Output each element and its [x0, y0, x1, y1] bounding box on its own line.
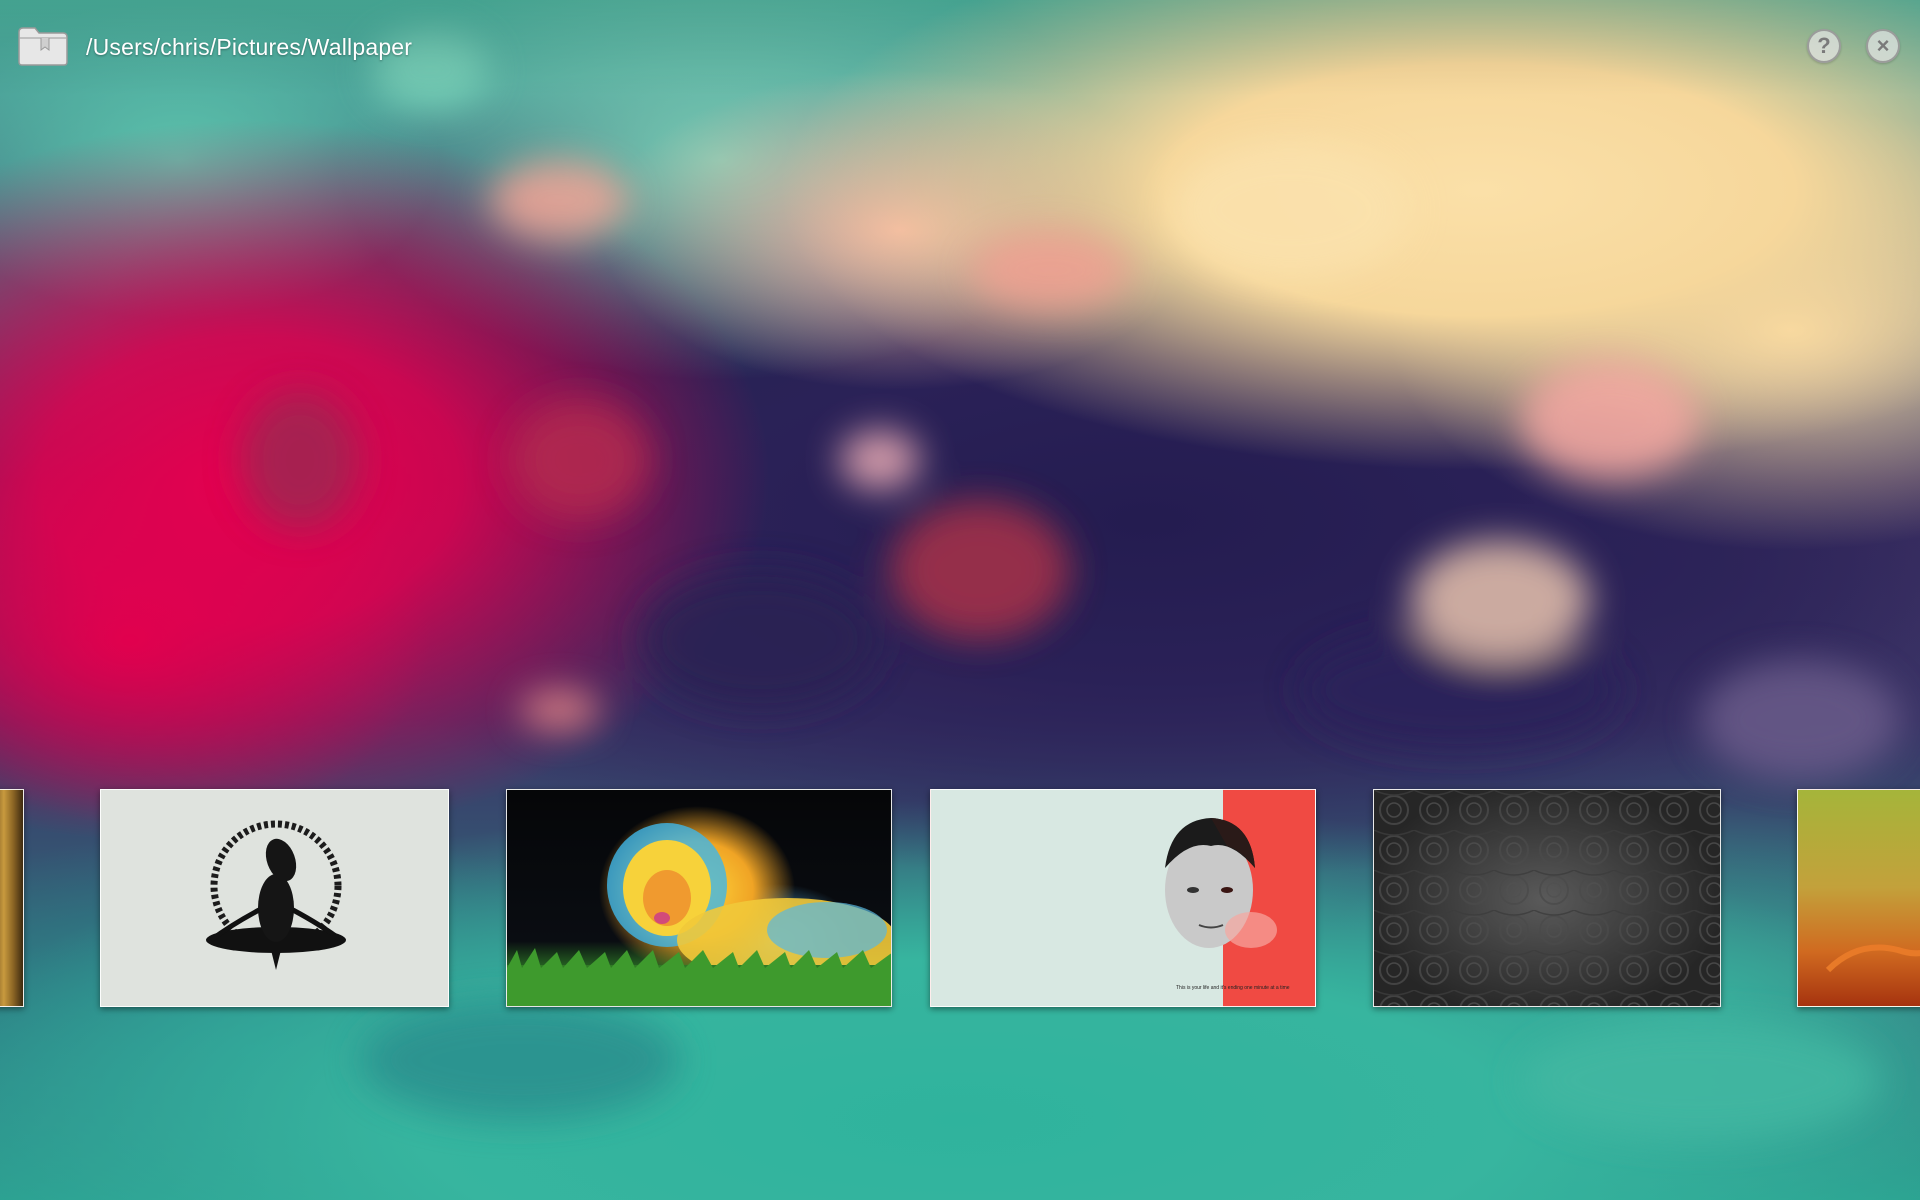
split-face-art	[1165, 818, 1277, 948]
folder-icon	[18, 27, 68, 66]
top-bar: /Users/chris/Pictures/Wallpaper ? ×	[0, 0, 1920, 96]
help-button[interactable]: ?	[1807, 29, 1841, 63]
thumbnail-dark-paisley[interactable]	[1373, 789, 1721, 1007]
thumbnail-meditating-alien[interactable]	[100, 789, 449, 1007]
thumbnail-split-face[interactable]: This is your life and it's ending one mi…	[930, 789, 1316, 1007]
paisley-pattern-art	[1374, 790, 1720, 1006]
thumbnail-golden-interior[interactable]	[0, 789, 24, 1007]
abstract-orange-art	[1825, 944, 1920, 973]
neon-lion-art	[507, 823, 891, 1006]
question-mark-icon: ?	[1817, 33, 1831, 58]
wallpaper-browser: /Users/chris/Pictures/Wallpaper ? × This…	[0, 0, 1920, 1200]
close-x-icon: ×	[1876, 33, 1890, 58]
split-face-caption: This is your life and it's ending one mi…	[1176, 985, 1290, 991]
thumbnail-strip[interactable]: This is your life and it's ending one mi…	[0, 789, 1920, 1007]
folder-path: /Users/chris/Pictures/Wallpaper	[86, 34, 413, 60]
thumbnail-orange-green-abstract[interactable]	[1797, 789, 1920, 1007]
thumbnail-neon-lion[interactable]	[506, 789, 892, 1007]
folder-button[interactable]	[18, 26, 68, 66]
meditating-alien-art	[206, 820, 346, 970]
close-button[interactable]: ×	[1866, 29, 1900, 63]
background-texture	[240, 30, 1900, 1140]
